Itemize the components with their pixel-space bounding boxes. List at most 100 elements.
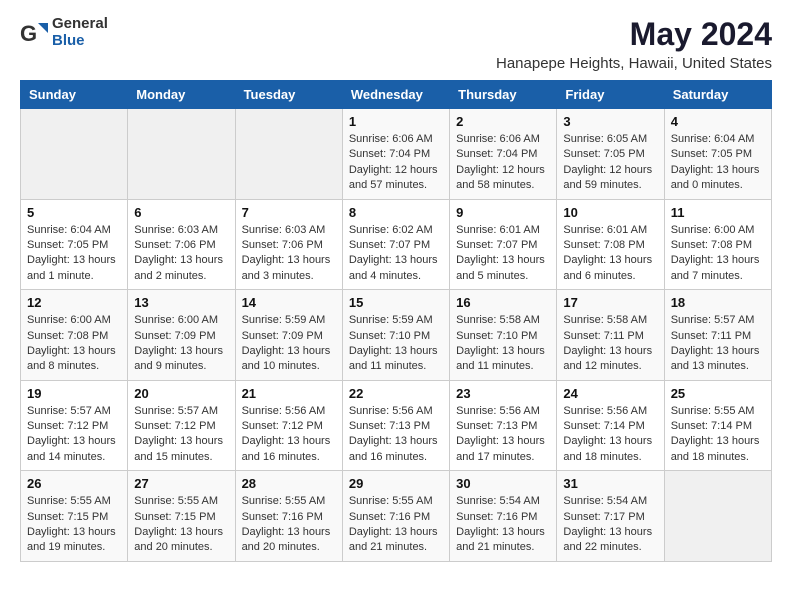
cell-5-7 xyxy=(664,471,771,562)
day-number: 18 xyxy=(671,295,765,310)
cell-info: Sunrise: 6:04 AMSunset: 7:05 PMDaylight:… xyxy=(27,223,121,285)
day-number: 24 xyxy=(563,386,657,401)
cell-4-4: 22Sunrise: 5:56 AMSunset: 7:13 PMDayligh… xyxy=(342,380,449,471)
cell-1-3 xyxy=(235,109,342,200)
cell-1-7: 4 Sunrise: 6:04 AMSunset: 7:05 PMDaylight… xyxy=(664,109,771,200)
cell-3-7: 18 Sunrise: 5:57 AMSunset: 7:11 PMDayligh… xyxy=(664,290,771,381)
day-number: 20 xyxy=(134,386,228,401)
cell-2-1: 5 Sunrise: 6:04 AMSunset: 7:05 PMDaylight… xyxy=(21,199,128,290)
svg-text:G: G xyxy=(20,21,37,46)
calendar-header: SundayMondayTuesdayWednesdayThursdayFrid… xyxy=(21,81,772,109)
page-header: G General Blue May 2024 Hanapepe Heights… xyxy=(20,16,772,72)
logo-blue: Blue xyxy=(52,33,108,50)
cell-3-6: 17 Sunrise: 5:58 AMSunset: 7:11 PMDayligh… xyxy=(557,290,664,381)
cell-info: Sunrise: 5:56 AMSunset: 7:13 PMDaylight:… xyxy=(349,404,443,466)
cell-info: Sunrise: 6:06 AMSunset: 7:04 PMDaylight:… xyxy=(349,132,443,194)
day-header-friday: Friday xyxy=(557,81,664,109)
day-number: 5 xyxy=(27,205,121,220)
cell-5-2: 27 Sunrise: 5:55 AMSunset: 7:15 PMDayligh… xyxy=(128,471,235,562)
week-row-1: 1 Sunrise: 6:06 AMSunset: 7:04 PMDaylight… xyxy=(21,109,772,200)
calendar-title: May 2024 xyxy=(496,16,772,53)
title-area: May 2024 Hanapepe Heights, Hawaii, Unite… xyxy=(496,16,772,72)
day-header-thursday: Thursday xyxy=(450,81,557,109)
cell-1-1 xyxy=(21,109,128,200)
day-header-monday: Monday xyxy=(128,81,235,109)
week-row-2: 5 Sunrise: 6:04 AMSunset: 7:05 PMDaylight… xyxy=(21,199,772,290)
day-number: 17 xyxy=(563,295,657,310)
cell-3-3: 14 Sunrise: 5:59 AMSunset: 7:09 PMDayligh… xyxy=(235,290,342,381)
cell-info: Sunrise: 5:58 AMSunset: 7:10 PMDaylight:… xyxy=(456,313,550,375)
week-row-3: 12Sunrise: 6:00 AMSunset: 7:08 PMDayligh… xyxy=(21,290,772,381)
day-number: 1 xyxy=(349,114,443,129)
cell-4-2: 20 Sunrise: 5:57 AMSunset: 7:12 PMDayligh… xyxy=(128,380,235,471)
week-row-5: 26Sunrise: 5:55 AMSunset: 7:15 PMDayligh… xyxy=(21,471,772,562)
cell-info: Sunrise: 5:54 AMSunset: 7:17 PMDaylight:… xyxy=(563,494,657,556)
cell-info: Sunrise: 5:56 AMSunset: 7:14 PMDaylight:… xyxy=(563,404,657,466)
cell-2-3: 7Sunrise: 6:03 AMSunset: 7:06 PMDaylight… xyxy=(235,199,342,290)
cell-info: Sunrise: 5:58 AMSunset: 7:11 PMDaylight:… xyxy=(563,313,657,375)
cell-info: Sunrise: 6:00 AMSunset: 7:08 PMDaylight:… xyxy=(671,223,765,285)
cell-info: Sunrise: 5:55 AMSunset: 7:14 PMDaylight:… xyxy=(671,404,765,466)
cell-info: Sunrise: 6:03 AMSunset: 7:06 PMDaylight:… xyxy=(134,223,228,285)
day-number: 13 xyxy=(134,295,228,310)
day-number: 16 xyxy=(456,295,550,310)
cell-5-6: 31 Sunrise: 5:54 AMSunset: 7:17 PMDayligh… xyxy=(557,471,664,562)
cell-info: Sunrise: 6:05 AMSunset: 7:05 PMDaylight:… xyxy=(563,132,657,194)
cell-info: Sunrise: 5:56 AMSunset: 7:13 PMDaylight:… xyxy=(456,404,550,466)
day-header-tuesday: Tuesday xyxy=(235,81,342,109)
cell-info: Sunrise: 5:55 AMSunset: 7:16 PMDaylight:… xyxy=(349,494,443,556)
cell-info: Sunrise: 6:04 AMSunset: 7:05 PMDaylight:… xyxy=(671,132,765,194)
day-number: 6 xyxy=(134,205,228,220)
cell-1-5: 2Sunrise: 6:06 AMSunset: 7:04 PMDaylight… xyxy=(450,109,557,200)
cell-4-7: 25 Sunrise: 5:55 AMSunset: 7:14 PMDayligh… xyxy=(664,380,771,471)
calendar-subtitle: Hanapepe Heights, Hawaii, United States xyxy=(496,55,772,72)
cell-2-2: 6 Sunrise: 6:03 AMSunset: 7:06 PMDaylight… xyxy=(128,199,235,290)
cell-4-3: 21Sunrise: 5:56 AMSunset: 7:12 PMDayligh… xyxy=(235,380,342,471)
calendar-body: 1 Sunrise: 6:06 AMSunset: 7:04 PMDaylight… xyxy=(21,109,772,562)
cell-info: Sunrise: 6:01 AMSunset: 7:08 PMDaylight:… xyxy=(563,223,657,285)
day-number: 10 xyxy=(563,205,657,220)
cell-info: Sunrise: 6:01 AMSunset: 7:07 PMDaylight:… xyxy=(456,223,550,285)
cell-info: Sunrise: 5:59 AMSunset: 7:09 PMDaylight:… xyxy=(242,313,336,375)
cell-info: Sunrise: 6:00 AMSunset: 7:09 PMDaylight:… xyxy=(134,313,228,375)
cell-5-1: 26Sunrise: 5:55 AMSunset: 7:15 PMDayligh… xyxy=(21,471,128,562)
cell-info: Sunrise: 5:57 AMSunset: 7:11 PMDaylight:… xyxy=(671,313,765,375)
cell-2-7: 11Sunrise: 6:00 AMSunset: 7:08 PMDayligh… xyxy=(664,199,771,290)
logo[interactable]: G General Blue xyxy=(20,16,108,49)
cell-1-4: 1 Sunrise: 6:06 AMSunset: 7:04 PMDaylight… xyxy=(342,109,449,200)
day-header-wednesday: Wednesday xyxy=(342,81,449,109)
day-header-sunday: Sunday xyxy=(21,81,128,109)
cell-info: Sunrise: 5:55 AMSunset: 7:15 PMDaylight:… xyxy=(27,494,121,556)
logo-general: General xyxy=(52,16,108,33)
day-number: 15 xyxy=(349,295,443,310)
calendar-table: SundayMondayTuesdayWednesdayThursdayFrid… xyxy=(20,80,772,562)
cell-info: Sunrise: 5:57 AMSunset: 7:12 PMDaylight:… xyxy=(27,404,121,466)
cell-1-2 xyxy=(128,109,235,200)
logo-icon: G xyxy=(20,19,48,47)
cell-2-6: 10 Sunrise: 6:01 AMSunset: 7:08 PMDayligh… xyxy=(557,199,664,290)
day-number: 25 xyxy=(671,386,765,401)
day-number: 27 xyxy=(134,476,228,491)
cell-5-4: 29Sunrise: 5:55 AMSunset: 7:16 PMDayligh… xyxy=(342,471,449,562)
day-number: 30 xyxy=(456,476,550,491)
cell-info: Sunrise: 5:55 AMSunset: 7:15 PMDaylight:… xyxy=(134,494,228,556)
cell-2-5: 9Sunrise: 6:01 AMSunset: 7:07 PMDaylight… xyxy=(450,199,557,290)
day-headers-row: SundayMondayTuesdayWednesdayThursdayFrid… xyxy=(21,81,772,109)
day-number: 12 xyxy=(27,295,121,310)
cell-info: Sunrise: 5:59 AMSunset: 7:10 PMDaylight:… xyxy=(349,313,443,375)
cell-info: Sunrise: 5:57 AMSunset: 7:12 PMDaylight:… xyxy=(134,404,228,466)
day-number: 14 xyxy=(242,295,336,310)
day-number: 7 xyxy=(242,205,336,220)
cell-5-3: 28Sunrise: 5:55 AMSunset: 7:16 PMDayligh… xyxy=(235,471,342,562)
day-number: 2 xyxy=(456,114,550,129)
day-number: 8 xyxy=(349,205,443,220)
day-number: 23 xyxy=(456,386,550,401)
day-number: 4 xyxy=(671,114,765,129)
cell-3-5: 16 Sunrise: 5:58 AMSunset: 7:10 PMDayligh… xyxy=(450,290,557,381)
day-number: 21 xyxy=(242,386,336,401)
cell-info: Sunrise: 5:54 AMSunset: 7:16 PMDaylight:… xyxy=(456,494,550,556)
day-number: 28 xyxy=(242,476,336,491)
cell-4-6: 24 Sunrise: 5:56 AMSunset: 7:14 PMDayligh… xyxy=(557,380,664,471)
day-number: 31 xyxy=(563,476,657,491)
cell-3-1: 12Sunrise: 6:00 AMSunset: 7:08 PMDayligh… xyxy=(21,290,128,381)
